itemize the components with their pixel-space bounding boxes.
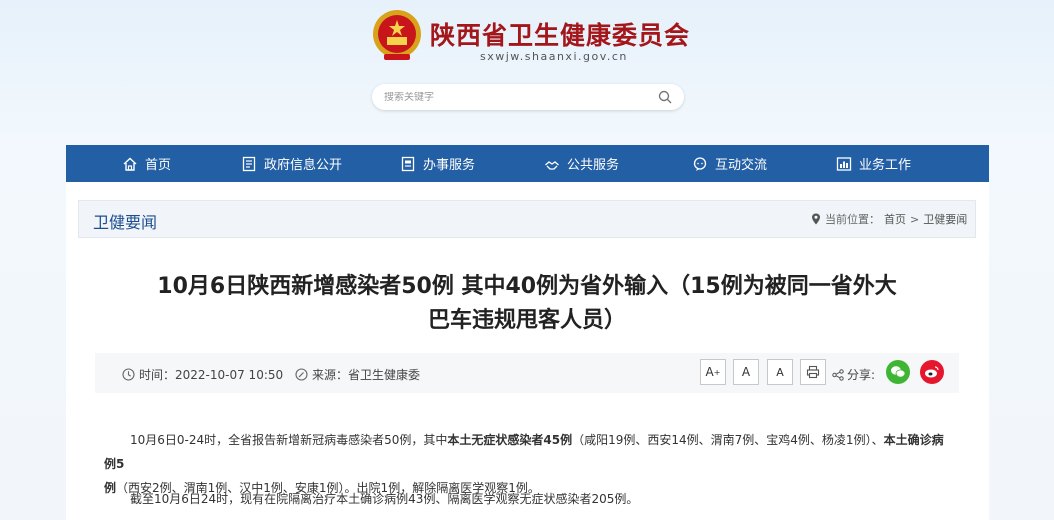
article-paragraph-2: 截至10月6日24时，现有在院隔离治疗本土确诊病例43例、隔离医学观察无症状感染… (130, 492, 639, 506)
publish-time: 时间：2022-10-07 10:50 (122, 366, 283, 383)
article-title-line-1: 10月6日陕西新增感染者50例 其中40例为省外输入（15例为被同一省外大 (157, 274, 897, 299)
share-icon (832, 368, 844, 381)
wechat-icon (891, 366, 906, 378)
breadcrumb-home-link[interactable]: 首页 (884, 211, 906, 227)
search-icon[interactable] (658, 90, 672, 104)
business-icon (836, 156, 852, 171)
share-label-text: 分享: (847, 368, 876, 382)
share-wechat-button[interactable] (886, 360, 910, 384)
clock-icon (122, 368, 135, 381)
service-icon (401, 156, 415, 171)
document-list-icon (242, 156, 256, 171)
font-small-label: A (776, 365, 784, 379)
breadcrumb: 当前位置： 首页 > 卫健要闻 (811, 211, 967, 227)
nav-item-public-services[interactable]: 公共服务 (544, 145, 619, 182)
share-label: 分享: (832, 366, 875, 383)
nav-item-label: 办事服务 (423, 158, 476, 173)
breadcrumb-prefix: 当前位置： (825, 213, 880, 226)
breadcrumb-current-link[interactable]: 卫健要闻 (923, 211, 967, 227)
font-large-label: A (705, 365, 714, 379)
search-input[interactable] (384, 91, 658, 103)
interaction-icon (693, 156, 707, 171)
p1-text-a: 10月6日0-24时，全省报告新增新冠病毒感染者50例，其中 (130, 433, 448, 447)
article-source: 来源：省卫生健康委 (295, 366, 420, 383)
print-icon (806, 365, 820, 379)
font-size-large-button[interactable]: A + (700, 359, 726, 385)
p1-bold-asymptomatic: 本土无症状感染者45例 (447, 433, 573, 447)
font-size-small-button[interactable]: A (767, 359, 793, 385)
source-icon (295, 368, 308, 381)
article-title-line-2: 巴车违规甩客人员） (427, 308, 626, 333)
nav-item-label: 互动交流 (715, 158, 768, 173)
print-button[interactable] (800, 359, 826, 385)
breadcrumb-separator: > (910, 212, 920, 226)
national-emblem-icon (373, 10, 421, 60)
public-service-icon (545, 160, 559, 170)
nav-item-label: 首页 (145, 158, 172, 173)
nav-item-business[interactable]: 业务工作 (836, 145, 911, 182)
font-medium-label: A (741, 365, 751, 379)
article-title: 10月6日陕西新增感染者50例 其中40例为省外输入（15例为被同一省外大 巴车… (95, 270, 959, 338)
font-large-plus: + (713, 367, 721, 377)
nav-item-gov-info[interactable]: 政府信息公开 (241, 145, 342, 182)
article-source-text: 来源：省卫生健康委 (312, 368, 421, 382)
weibo-icon (925, 366, 939, 378)
nav-item-interaction[interactable]: 互动交流 (692, 145, 767, 182)
nav-item-label: 公共服务 (567, 158, 620, 173)
site-title[interactable]: 陕西省卫生健康委员会 (430, 16, 690, 52)
p1-text-c: （咸阳19例、西安14例、渭南7例、宝鸡4例、杨凌1例）、 (572, 433, 884, 447)
section-title: 卫健要闻 (93, 213, 158, 232)
site-domain: sxwjw.shaanxi.gov.cn (480, 50, 628, 63)
home-icon (123, 157, 137, 171)
main-nav: 首页 政府信息公开 办事服务 公共服务 互动交流 业务工作 (66, 145, 989, 182)
location-pin-icon (812, 213, 820, 225)
font-size-medium-button[interactable]: A (733, 359, 759, 385)
site-header: 陕西省卫生健康委员会 sxwjw.shaanxi.gov.cn (0, 0, 1054, 145)
nav-item-services[interactable]: 办事服务 (400, 145, 475, 182)
share-weibo-button[interactable] (920, 360, 944, 384)
nav-item-label: 政府信息公开 (264, 158, 343, 173)
search-box (372, 84, 684, 110)
nav-item-label: 业务工作 (859, 158, 912, 173)
publish-time-text: 时间：2022-10-07 10:50 (139, 368, 284, 382)
nav-item-home[interactable]: 首页 (122, 145, 171, 182)
